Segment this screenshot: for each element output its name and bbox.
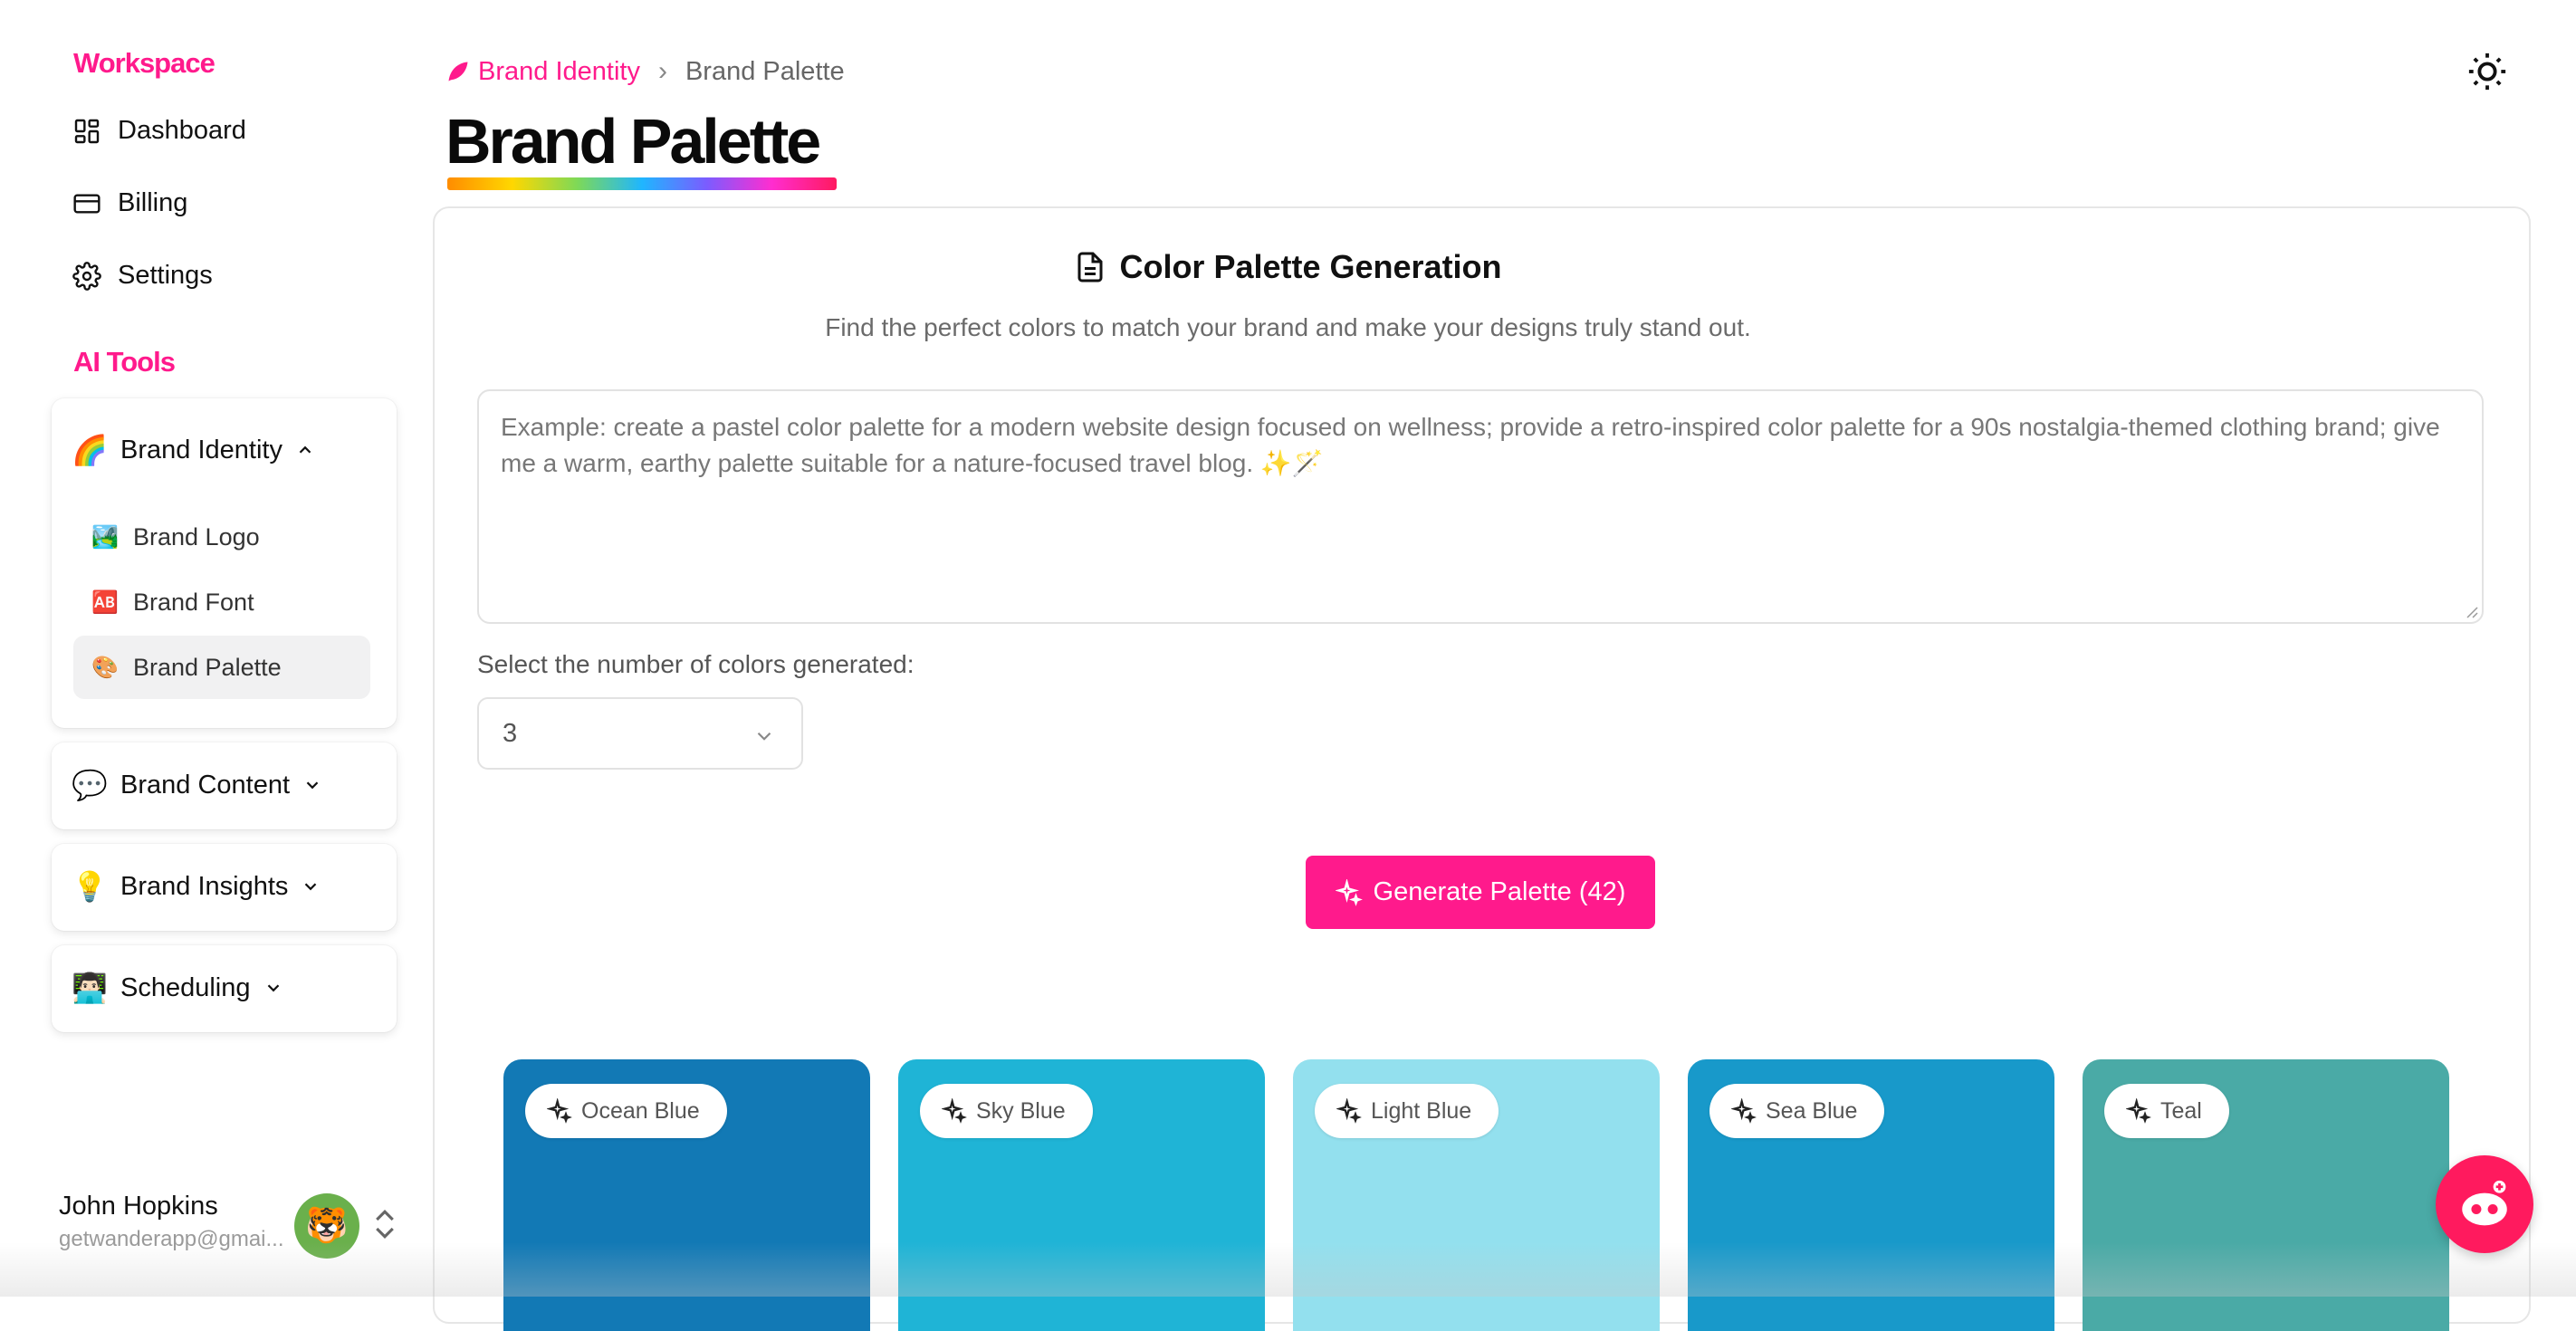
group-scheduling: 👨🏻‍💻 Scheduling bbox=[52, 945, 397, 1032]
ai-tools-section-title: AI Tools bbox=[73, 346, 176, 378]
speech-bubble-icon: 💬 bbox=[72, 769, 108, 801]
sparkles-icon bbox=[1336, 1098, 1362, 1124]
palette-icon: 🎨 bbox=[91, 655, 119, 680]
sidebar-item-brand-palette[interactable]: 🎨 Brand Palette bbox=[73, 636, 370, 699]
user-profile[interactable]: John Hopkins getwanderapp@gmai... bbox=[59, 1192, 284, 1252]
chevron-down-icon bbox=[757, 732, 771, 741]
document-icon bbox=[1077, 252, 1103, 282]
color-count-value: 3 bbox=[503, 718, 518, 748]
sidebar-item-brand-font[interactable]: 🆎 Brand Font bbox=[73, 570, 370, 634]
landscape-icon: 🏞️ bbox=[91, 524, 119, 550]
group-brand-identity: 🌈 Brand Identity 🏞️ Brand Logo 🆎 Brand F… bbox=[52, 398, 397, 728]
group-brand-insights: 💡 Brand Insights bbox=[52, 844, 397, 931]
group-brand-identity-label: Brand Identity bbox=[120, 435, 282, 464]
breadcrumb-separator-icon: › bbox=[657, 56, 667, 86]
dashboard-icon bbox=[74, 119, 100, 143]
generate-palette-button[interactable]: Generate Palette (42) bbox=[1306, 856, 1655, 929]
palette-swatch[interactable]: Light Blue bbox=[1293, 1059, 1660, 1331]
nav-item-dashboard-label: Dashboard bbox=[118, 116, 246, 145]
group-brand-content: 💬 Brand Content bbox=[52, 742, 397, 829]
swatch-name-tag[interactable]: Sea Blue bbox=[1709, 1084, 1885, 1138]
palette-swatch[interactable]: Sky Blue bbox=[898, 1059, 1265, 1331]
sparkles-icon bbox=[1335, 878, 1363, 906]
swatch-name: Ocean Blue bbox=[581, 1097, 700, 1124]
color-count-label: Select the number of colors generated: bbox=[477, 650, 915, 678]
card-title: Color Palette Generation bbox=[0, 248, 2576, 286]
feather-icon bbox=[448, 62, 468, 81]
color-count-select[interactable]: 3 bbox=[477, 697, 803, 770]
group-brand-insights-header[interactable]: 💡 Brand Insights bbox=[72, 869, 321, 904]
swatch-name-tag[interactable]: Teal bbox=[2104, 1084, 2229, 1138]
chevron-down-icon bbox=[306, 781, 319, 790]
group-brand-identity-header[interactable]: 🌈 Brand Identity bbox=[72, 433, 315, 467]
sparkles-icon bbox=[1731, 1098, 1757, 1124]
generate-palette-label: Generate Palette (42) bbox=[1373, 877, 1626, 906]
title-rainbow-underline bbox=[447, 177, 837, 190]
rainbow-icon: 🌈 bbox=[72, 434, 108, 466]
chevrons-up-down-icon[interactable] bbox=[371, 1206, 398, 1242]
swatch-name: Light Blue bbox=[1371, 1097, 1472, 1124]
group-brand-insights-label: Brand Insights bbox=[120, 871, 289, 901]
palette-swatch[interactable]: Teal bbox=[2083, 1059, 2449, 1331]
nav-item-billing-label: Billing bbox=[118, 188, 188, 217]
nav-item-dashboard[interactable]: Dashboard bbox=[72, 116, 246, 146]
avatar[interactable]: 🐯 bbox=[294, 1193, 359, 1259]
sidebar: Workspace Dashboard Billing Settings AI … bbox=[0, 0, 417, 1297]
breadcrumb: Brand Identity › Brand Palette bbox=[445, 56, 845, 87]
group-scheduling-label: Scheduling bbox=[120, 972, 251, 1002]
breadcrumb-link-brand-identity[interactable]: Brand Identity bbox=[445, 57, 640, 87]
group-scheduling-header[interactable]: 👨🏻‍💻 Scheduling bbox=[72, 971, 283, 1005]
sparkles-icon bbox=[547, 1098, 572, 1124]
nav-item-billing[interactable]: Billing bbox=[72, 188, 187, 218]
robot-icon bbox=[2462, 1180, 2507, 1226]
assistant-bot-button[interactable] bbox=[2436, 1155, 2533, 1253]
credit-card-icon bbox=[73, 193, 101, 214]
palette-swatch[interactable]: Ocean Blue bbox=[503, 1059, 870, 1331]
prompt-placeholder: Example: create a pastel color palette f… bbox=[501, 413, 2440, 477]
swatch-name: Sea Blue bbox=[1766, 1097, 1858, 1124]
sidebar-item-label: Brand Logo bbox=[133, 522, 260, 551]
swatch-name: Teal bbox=[2160, 1097, 2202, 1124]
sidebar-item-label: Brand Palette bbox=[133, 653, 282, 681]
card-subtitle: Find the perfect colors to match your br… bbox=[825, 313, 1751, 341]
breadcrumb-current: Brand Palette bbox=[685, 56, 845, 86]
swatch-name-tag[interactable]: Ocean Blue bbox=[525, 1084, 727, 1138]
sparkles-icon bbox=[942, 1098, 967, 1124]
ab-button-icon: 🆎 bbox=[91, 589, 119, 615]
sparkles-icon bbox=[2126, 1098, 2151, 1124]
chevron-up-icon bbox=[299, 445, 311, 454]
page-title: Brand Palette bbox=[445, 106, 821, 177]
swatch-name-tag[interactable]: Sky Blue bbox=[920, 1084, 1093, 1138]
chevron-down-icon bbox=[267, 984, 279, 992]
group-brand-content-label: Brand Content bbox=[120, 770, 291, 800]
workspace-section-title: Workspace bbox=[73, 47, 215, 79]
resize-handle-icon[interactable] bbox=[2464, 604, 2478, 618]
technologist-icon: 👨🏻‍💻 bbox=[72, 972, 108, 1004]
sidebar-item-label: Brand Font bbox=[133, 588, 254, 616]
prompt-textarea[interactable]: Example: create a pastel color palette f… bbox=[477, 389, 2484, 624]
user-email: getwanderapp@gmai... bbox=[59, 1227, 284, 1251]
swatch-name: Sky Blue bbox=[976, 1097, 1066, 1124]
group-brand-content-header[interactable]: 💬 Brand Content bbox=[72, 768, 322, 802]
card-title-text: Color Palette Generation bbox=[1119, 248, 1502, 285]
light-bulb-icon: 💡 bbox=[72, 870, 108, 903]
sun-icon[interactable] bbox=[2466, 51, 2508, 92]
sidebar-item-brand-logo[interactable]: 🏞️ Brand Logo bbox=[73, 505, 370, 569]
swatch-name-tag[interactable]: Light Blue bbox=[1315, 1084, 1499, 1138]
palette-swatch[interactable]: Sea Blue bbox=[1688, 1059, 2054, 1331]
user-name: John Hopkins bbox=[59, 1192, 218, 1221]
breadcrumb-parent-label: Brand Identity bbox=[478, 56, 640, 86]
chevron-down-icon bbox=[305, 883, 317, 891]
